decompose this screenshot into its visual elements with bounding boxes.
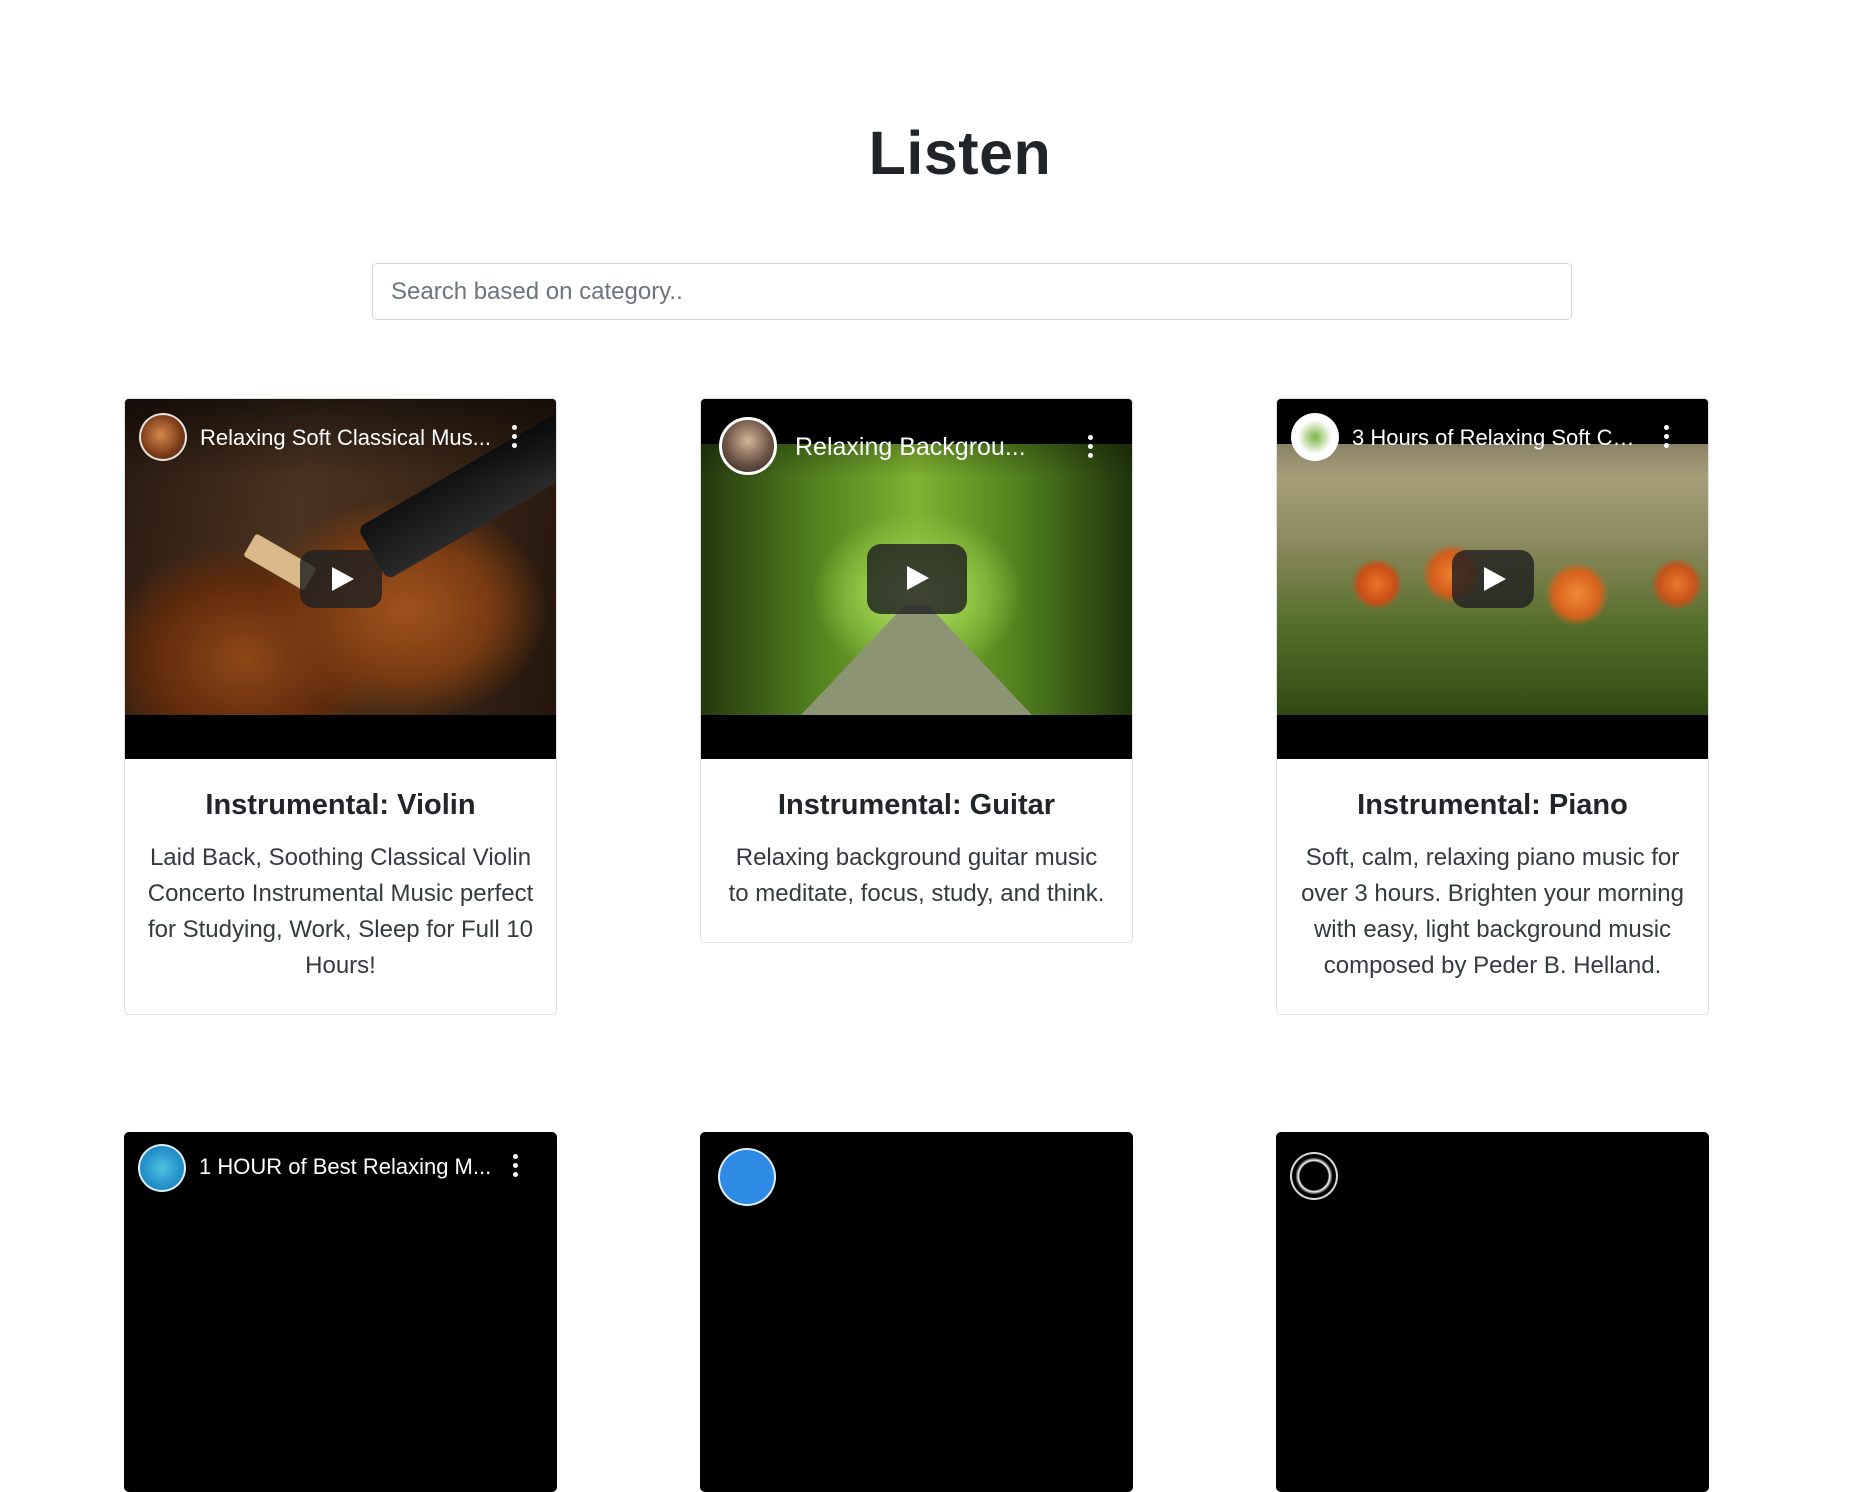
video-embed[interactable]: Relaxing Soft Classical Mus...: [125, 399, 556, 759]
more-vertical-icon[interactable]: [1088, 435, 1094, 459]
video-embed[interactable]: 1 HOUR of Best Relaxing M...: [124, 1132, 557, 1492]
play-button[interactable]: [1451, 550, 1534, 608]
page-title: Listen: [868, 119, 1052, 187]
card-title: Instrumental: Guitar: [777, 789, 1056, 821]
video-card: 1 HOUR of Best Relaxing M...: [124, 1132, 557, 1492]
video-embed[interactable]: [1276, 1132, 1709, 1492]
search-input[interactable]: [372, 263, 1572, 320]
video-embed[interactable]: 3 Hours of Relaxing Soft Cal...: [1277, 399, 1708, 759]
play-button[interactable]: [866, 544, 967, 614]
more-vertical-icon[interactable]: [1664, 425, 1670, 449]
card-description: Relaxing background guitar music to medi…: [728, 844, 1105, 907]
video-title[interactable]: 3 Hours of Relaxing Soft Cal...: [1352, 425, 1646, 451]
channel-avatar[interactable]: [718, 1148, 776, 1206]
channel-avatar[interactable]: [719, 417, 777, 475]
channel-avatar[interactable]: [138, 1144, 186, 1192]
video-title[interactable]: 1 HOUR of Best Relaxing M...: [199, 1154, 495, 1180]
card-description: Soft, calm, relaxing piano music for ove…: [1301, 844, 1684, 979]
video-title[interactable]: Relaxing Backgrou...: [795, 433, 1070, 462]
video-card: [700, 1132, 1133, 1492]
card-description: Laid Back, Soothing Classical Violin Con…: [147, 844, 534, 979]
video-embed[interactable]: Relaxing Backgrou...: [701, 399, 1132, 759]
video-embed[interactable]: [700, 1132, 1133, 1492]
more-vertical-icon[interactable]: [512, 425, 518, 449]
channel-avatar[interactable]: [1290, 1152, 1338, 1200]
video-card-guitar: Relaxing Backgrou... Instrumental: Guita…: [700, 398, 1133, 943]
video-card-piano: 3 Hours of Relaxing Soft Cal... Instrume…: [1276, 398, 1709, 1015]
play-icon: [1483, 567, 1506, 591]
video-card-violin: Relaxing Soft Classical Mus... Instrumen…: [124, 398, 557, 1015]
play-button[interactable]: [299, 550, 382, 608]
card-title: Instrumental: Violin: [205, 789, 476, 821]
channel-avatar[interactable]: [1291, 413, 1339, 461]
video-title[interactable]: Relaxing Soft Classical Mus...: [200, 425, 494, 451]
more-vertical-icon[interactable]: [513, 1154, 519, 1178]
play-icon: [331, 567, 354, 591]
video-card: [1276, 1132, 1709, 1492]
card-title: Instrumental: Piano: [1357, 789, 1628, 821]
play-icon: [906, 566, 929, 590]
channel-avatar[interactable]: [139, 413, 187, 461]
